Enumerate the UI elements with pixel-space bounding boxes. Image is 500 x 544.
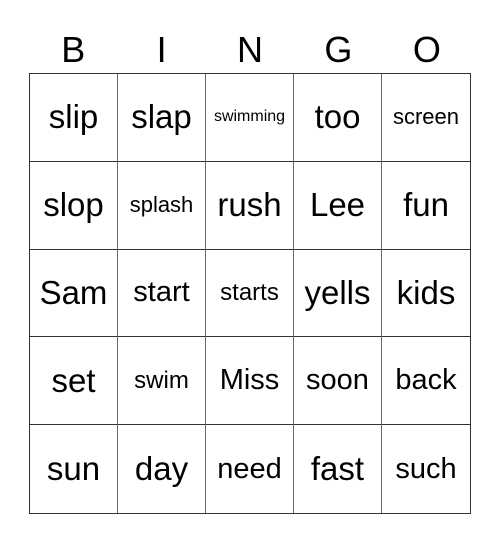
- bingo-cell[interactable]: back: [382, 337, 470, 426]
- bingo-cell[interactable]: swim: [118, 337, 206, 426]
- header-letter-n: N: [237, 29, 264, 70]
- bingo-cell[interactable]: screen: [382, 74, 470, 162]
- bingo-cell[interactable]: fun: [382, 162, 470, 250]
- bingo-cell[interactable]: kids: [382, 250, 470, 338]
- bingo-cell[interactable]: day: [118, 425, 206, 513]
- bingo-cell[interactable]: slop: [30, 161, 118, 250]
- bingo-cell[interactable]: swimming: [206, 74, 294, 162]
- header-letter-b: B: [61, 29, 86, 70]
- bingo-cell[interactable]: Lee: [294, 161, 382, 250]
- bingo-cell[interactable]: starts: [206, 249, 294, 338]
- bingo-cell[interactable]: need: [206, 425, 294, 513]
- bingo-cell[interactable]: soon: [294, 337, 382, 426]
- bingo-cell[interactable]: splash: [118, 161, 206, 250]
- header-letter-o: O: [412, 29, 441, 70]
- bingo-cell[interactable]: sun: [30, 425, 118, 513]
- bingo-cell[interactable]: slap: [118, 74, 206, 162]
- bingo-card-grid: slip slap swimming too screen slop splas…: [29, 73, 471, 514]
- bingo-cell[interactable]: Miss: [206, 337, 294, 426]
- header-letter-i: I: [156, 29, 167, 70]
- bingo-cell[interactable]: such: [382, 425, 470, 513]
- bingo-cell[interactable]: slip: [30, 74, 118, 162]
- bingo-cell[interactable]: yells: [294, 249, 382, 338]
- bingo-cell[interactable]: too: [294, 74, 382, 162]
- bingo-cell[interactable]: start: [118, 249, 206, 338]
- bingo-cell[interactable]: set: [30, 337, 118, 426]
- bingo-cell[interactable]: fast: [294, 425, 382, 513]
- bingo-cell[interactable]: rush: [206, 161, 294, 250]
- bingo-header: B I N G O: [29, 28, 471, 72]
- bingo-cell[interactable]: Sam: [30, 249, 118, 338]
- header-letter-g: G: [324, 29, 353, 70]
